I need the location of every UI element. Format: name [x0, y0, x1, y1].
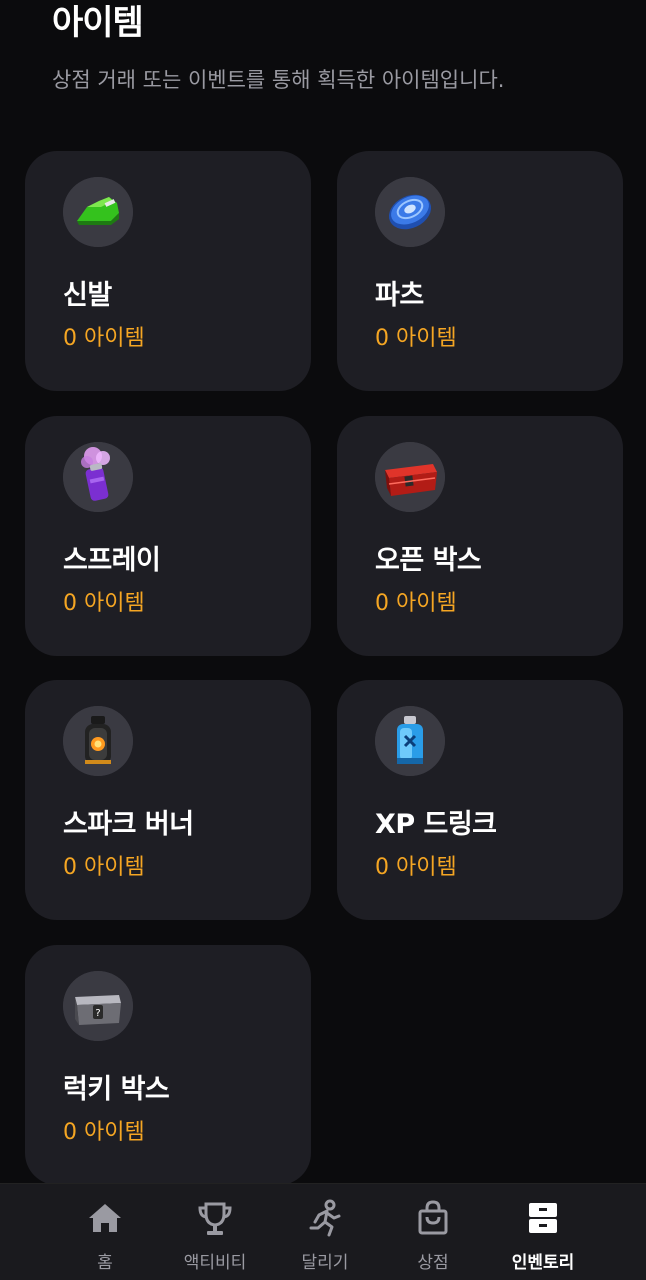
tab-running[interactable]: 달리기	[269, 1184, 381, 1280]
item-card-shoes[interactable]: 신발 0 아이템	[25, 151, 311, 391]
red-box-icon	[375, 442, 445, 512]
tab-label: 상점	[417, 1253, 449, 1273]
xp-drink-icon	[375, 706, 445, 776]
item-card-parts[interactable]: 파츠 0 아이템	[337, 151, 623, 391]
tab-label: 홈	[97, 1253, 113, 1273]
tab-activity[interactable]: 액티비티	[159, 1184, 271, 1280]
item-card-lucky-box[interactable]: ? 럭키 박스 0 아이템	[25, 945, 311, 1185]
trophy-icon	[198, 1202, 232, 1235]
item-count: 0 아이템	[375, 855, 457, 880]
tab-label: 인벤토리	[511, 1253, 575, 1273]
item-count: 0 아이템	[63, 326, 145, 351]
item-name: 파츠	[375, 280, 424, 311]
tab-label: 액티비티	[183, 1253, 247, 1273]
bottom-tab-bar: 홈 액티비티 달리기 상점 인벤토리	[0, 1183, 646, 1280]
item-name: XP 드링크	[375, 809, 497, 840]
item-count: 0 아이템	[63, 855, 145, 880]
inventory-icon	[529, 1203, 557, 1233]
item-card-spray[interactable]: 스프레이 0 아이템	[25, 416, 311, 656]
item-count: 0 아이템	[63, 591, 145, 616]
item-count: 0 아이템	[375, 591, 457, 616]
tab-shop[interactable]: 상점	[377, 1184, 489, 1280]
tab-inventory[interactable]: 인벤토리	[487, 1184, 599, 1280]
parts-disc-icon	[375, 177, 445, 247]
spray-can-icon	[63, 442, 133, 512]
svg-text:?: ?	[95, 1008, 100, 1019]
item-count: 0 아이템	[63, 1120, 145, 1145]
page-title: 아이템	[52, 3, 144, 43]
item-card-xp-drink[interactable]: XP 드링크 0 아이템	[337, 680, 623, 920]
item-name: 오픈 박스	[375, 545, 482, 576]
spark-burner-icon	[63, 706, 133, 776]
shopping-bag-icon	[418, 1200, 448, 1235]
tab-home[interactable]: 홈	[49, 1184, 161, 1280]
tab-label: 달리기	[301, 1253, 349, 1273]
item-name: 스파크 버너	[63, 809, 194, 840]
home-icon	[89, 1204, 121, 1232]
item-count: 0 아이템	[375, 326, 457, 351]
item-name: 신발	[63, 280, 112, 311]
lucky-box-icon: ?	[63, 971, 133, 1041]
sneaker-icon	[63, 177, 133, 247]
page-subtitle: 상점 거래 또는 이벤트를 통해 획득한 아이템입니다.	[52, 68, 505, 92]
item-name: 스프레이	[63, 545, 161, 576]
item-card-open-box[interactable]: 오픈 박스 0 아이템	[337, 416, 623, 656]
item-name: 럭키 박스	[63, 1074, 170, 1105]
item-card-spark-burner[interactable]: 스파크 버너 0 아이템	[25, 680, 311, 920]
runner-icon	[309, 1199, 341, 1237]
